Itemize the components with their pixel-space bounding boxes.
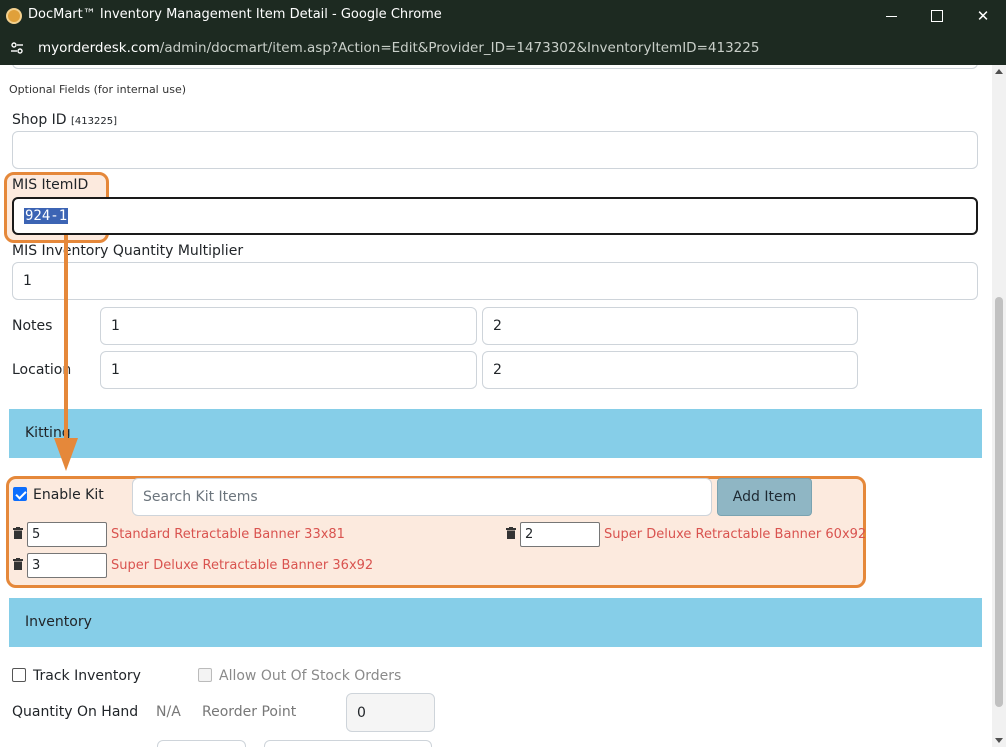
- shop-id-label: Shop ID [413225]: [12, 112, 117, 128]
- mis-multiplier-label: MIS Inventory Quantity Multiplier: [12, 243, 244, 259]
- mis-itemid-input[interactable]: 924-1: [12, 197, 978, 235]
- kit-item-link-1[interactable]: Standard Retractable Banner 33x81: [111, 527, 345, 542]
- bottom-input-1[interactable]: [157, 740, 246, 747]
- close-icon[interactable]: ✕: [960, 0, 1006, 32]
- kit-item-qty-1[interactable]: 5: [27, 522, 107, 547]
- search-kit-items-input[interactable]: Search Kit Items: [132, 478, 712, 516]
- shop-id-input[interactable]: [12, 131, 978, 169]
- notes-label: Notes: [12, 318, 53, 334]
- bottom-input-2[interactable]: [264, 740, 432, 747]
- address-bar[interactable]: myorderdesk.com/admin/docmart/item.asp?A…: [0, 32, 1006, 65]
- track-inventory-label[interactable]: Track Inventory: [33, 668, 141, 684]
- qty-on-hand-label: Quantity On Hand: [12, 704, 139, 720]
- enable-kit-checkbox[interactable]: [13, 487, 27, 501]
- docmart-app-icon: [6, 8, 22, 24]
- optional-fields-heading: Optional Fields (for internal use): [9, 83, 186, 96]
- add-item-button[interactable]: Add Item: [717, 478, 812, 516]
- kit-item-qty-2[interactable]: 2: [520, 522, 600, 547]
- kitting-section-header: Kitting: [9, 409, 982, 458]
- url-path: /admin/docmart/item.asp?Action=Edit&Prov…: [159, 40, 760, 56]
- allow-oos-label: Allow Out Of Stock Orders: [219, 668, 402, 684]
- reorder-point-input[interactable]: 0: [346, 693, 435, 732]
- window-titlebar: DocMart™ Inventory Management Item Detai…: [0, 0, 1006, 32]
- site-settings-icon[interactable]: [10, 41, 24, 55]
- allow-oos-checkbox: [198, 668, 212, 682]
- minimize-icon[interactable]: [868, 0, 914, 32]
- previous-field-input[interactable]: [12, 65, 978, 69]
- page-content: Optional Fields (for internal use) Shop …: [0, 65, 992, 747]
- location-input-2[interactable]: 2: [482, 351, 858, 389]
- window-title: DocMart™ Inventory Management Item Detai…: [28, 7, 442, 22]
- annotation-arrow: [54, 235, 78, 471]
- scroll-thumb[interactable]: [995, 297, 1003, 707]
- kit-item-qty-3[interactable]: 3: [27, 553, 107, 578]
- url-text[interactable]: myorderdesk.com/admin/docmart/item.asp?A…: [38, 40, 759, 56]
- enable-kit-label[interactable]: Enable Kit: [33, 487, 104, 503]
- trash-icon[interactable]: [506, 527, 516, 539]
- notes-input-2[interactable]: 2: [482, 307, 858, 345]
- inventory-section-header: Inventory: [9, 598, 982, 647]
- mis-itemid-label: MIS ItemID: [12, 177, 89, 193]
- qty-on-hand-value: N/A: [156, 704, 181, 720]
- reorder-point-label: Reorder Point: [202, 704, 297, 720]
- mis-multiplier-input[interactable]: 1: [12, 262, 978, 300]
- mis-itemid-selected-text: 924-1: [24, 208, 69, 224]
- trash-icon[interactable]: [13, 558, 23, 570]
- scroll-up-icon[interactable]: [995, 69, 1003, 74]
- kit-item-link-3[interactable]: Super Deluxe Retractable Banner 36x92: [111, 558, 373, 573]
- maximize-icon[interactable]: [914, 0, 960, 32]
- notes-input-1[interactable]: 1: [100, 307, 477, 345]
- page-scrollbar[interactable]: [992, 65, 1006, 747]
- kit-item-link-2[interactable]: Super Deluxe Retractable Banner 60x92: [604, 527, 866, 542]
- shop-id-tag: [413225]: [71, 116, 118, 127]
- shop-id-label-text: Shop ID: [12, 112, 67, 128]
- track-inventory-checkbox[interactable]: [12, 668, 26, 682]
- trash-icon[interactable]: [13, 527, 23, 539]
- scroll-down-icon[interactable]: [995, 738, 1003, 743]
- location-input-1[interactable]: 1: [100, 351, 477, 389]
- inventory-section-title: Inventory: [25, 614, 92, 630]
- url-host: myorderdesk.com: [38, 40, 160, 56]
